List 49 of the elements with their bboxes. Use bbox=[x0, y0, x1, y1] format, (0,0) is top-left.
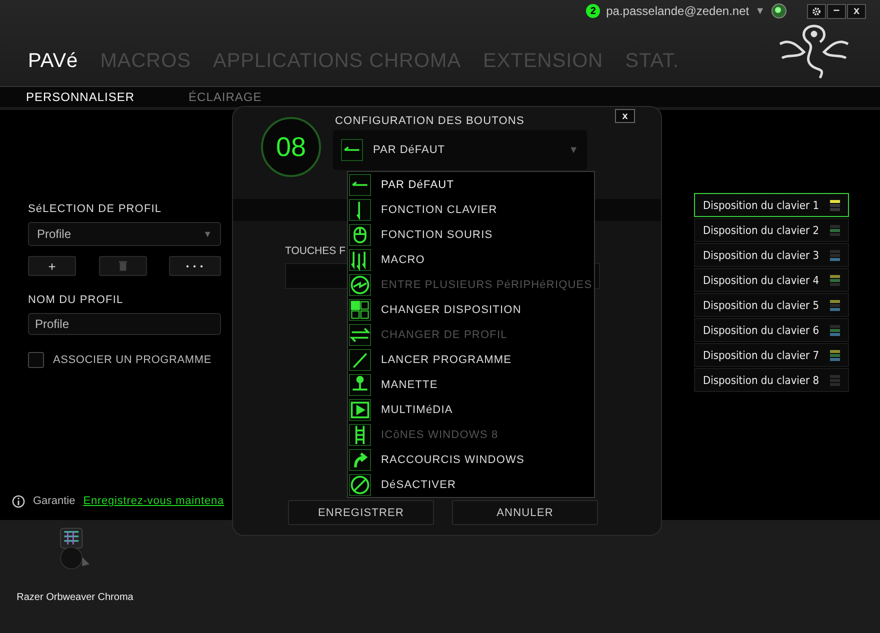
layout-item[interactable]: Disposition du clavier 2 bbox=[694, 218, 849, 242]
close-button[interactable]: x bbox=[615, 109, 635, 123]
field-label: NOM DU PROFIL bbox=[28, 294, 124, 306]
more-button[interactable]: • • • bbox=[169, 256, 221, 276]
info-icon bbox=[12, 494, 25, 508]
layout-item[interactable]: Disposition du clavier 5 bbox=[694, 293, 849, 317]
menu-item[interactable]: CHANGER DISPOSITION bbox=[348, 297, 594, 322]
menu-item[interactable]: LANCER PROGRAMME bbox=[348, 347, 594, 372]
close-button[interactable]: x bbox=[847, 4, 866, 18]
checkbox[interactable] bbox=[28, 352, 44, 368]
layout-item[interactable]: Disposition du clavier 4 bbox=[694, 268, 849, 292]
action-dropdown[interactable]: PAR DéFAUT ▼ bbox=[333, 130, 587, 170]
section-heading: SéLECTION DE PROFIL bbox=[28, 203, 163, 215]
menu-item[interactable]: MACRO bbox=[348, 247, 594, 272]
sub-tab[interactable]: PERSONNALISER bbox=[26, 90, 135, 104]
warranty-label: Garantie bbox=[33, 495, 76, 507]
dialog-title: CONFIGURATION DES BOUTONS bbox=[335, 115, 526, 127]
menu-item[interactable]: FONCTION SOURIS bbox=[348, 222, 594, 247]
notification-badge[interactable]: 2 bbox=[586, 4, 600, 18]
section-heading: TOUCHES F bbox=[285, 245, 346, 257]
device-name: Razer Orbweaver Chroma bbox=[16, 592, 134, 603]
trash-icon bbox=[118, 261, 126, 271]
menu-item[interactable]: MANETTE bbox=[348, 372, 594, 397]
layout-item[interactable]: Disposition du clavier 3 bbox=[694, 243, 849, 267]
nav-tab[interactable]: PAVé bbox=[28, 50, 78, 73]
add-profile-button[interactable]: + bbox=[28, 256, 76, 276]
account-caret[interactable]: ▼ bbox=[755, 6, 765, 16]
account-email[interactable]: pa.passelande@zeden.net bbox=[606, 4, 750, 18]
layout-item[interactable]: Disposition du clavier 8 bbox=[694, 368, 849, 392]
register-link[interactable]: Enregistrez-vous maintena bbox=[83, 495, 224, 507]
return-icon bbox=[341, 139, 363, 161]
menu-item[interactable]: PAR DéFAUT bbox=[348, 172, 594, 197]
gear-icon bbox=[811, 6, 822, 16]
menu-item[interactable]: MULTIMéDIA bbox=[348, 397, 594, 422]
sub-tab[interactable]: ÉCLAIRAGE bbox=[188, 90, 262, 104]
status-orb-icon[interactable] bbox=[771, 3, 787, 19]
profile-name-field[interactable]: Profile bbox=[28, 313, 221, 335]
settings-button[interactable] bbox=[807, 4, 826, 18]
minimize-button[interactable]: − bbox=[827, 4, 846, 18]
layout-item[interactable]: Disposition du clavier 6 bbox=[694, 318, 849, 342]
key-number-badge: 08 bbox=[261, 117, 321, 177]
menu-item[interactable]: RACCOURCIS WINDOWS bbox=[348, 447, 594, 472]
profile-dropdown[interactable]: Profile ▼ bbox=[28, 222, 221, 246]
menu-item[interactable]: DéSACTIVER bbox=[348, 472, 594, 497]
dialog-button[interactable]: ANNULER bbox=[452, 500, 598, 525]
layout-item[interactable]: Disposition du clavier 7 bbox=[694, 343, 849, 367]
checkbox-label: ASSOCIER UN PROGRAMME bbox=[53, 354, 212, 366]
layout-item[interactable]: Disposition du clavier 1 bbox=[694, 193, 849, 217]
dialog-button[interactable]: ENREGISTRER bbox=[288, 500, 434, 525]
